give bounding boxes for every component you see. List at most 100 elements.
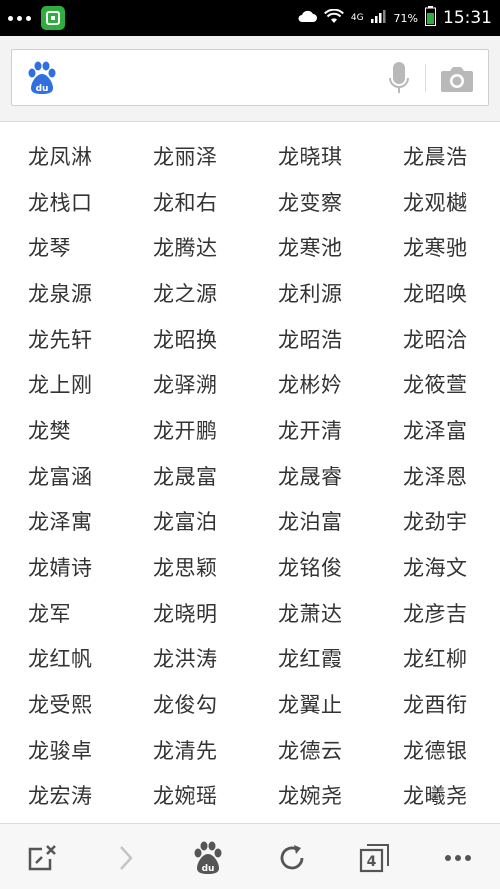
network-type: 4G (350, 13, 364, 23)
name-item[interactable]: 龙筱萱 (375, 369, 500, 399)
name-item[interactable]: 龙昭唤 (375, 278, 500, 308)
name-row: 龙琴 龙腾达 龙寒池 龙寒驰 (0, 224, 500, 270)
name-item[interactable]: 龙琴 (0, 232, 125, 262)
name-item[interactable]: 龙昭洽 (375, 324, 500, 354)
name-item[interactable]: 龙晓明 (125, 598, 250, 628)
menu-button[interactable] (438, 838, 478, 878)
name-item[interactable]: 龙骏卓 (0, 735, 125, 765)
name-item[interactable]: 龙萧达 (250, 598, 375, 628)
search-input[interactable]: du (11, 49, 489, 106)
name-row: 龙富涵 龙晟富 龙晟睿 龙泽恩 (0, 453, 500, 499)
name-item[interactable]: 龙海文 (375, 552, 500, 582)
name-item[interactable]: 龙和右 (125, 187, 250, 217)
names-list: 龙凤淋 龙丽泽 龙晓琪 龙晨浩 龙栈口 龙和右 龙变察 龙观樾 龙琴 龙腾达 龙寒池 龙寒驰 龙泉源 龙之… (0, 133, 500, 819)
name-row: 龙宏涛 龙婉瑶 龙婉尧 龙曦尧 (0, 773, 500, 819)
name-item[interactable]: 龙红柳 (375, 643, 500, 673)
cloud-icon (297, 9, 317, 27)
name-row: 龙先轩 龙昭换 龙昭浩 龙昭洽 (0, 316, 500, 362)
search-header: du (0, 36, 500, 122)
battery-icon (425, 6, 436, 30)
tabs-icon: 4 (359, 844, 389, 873)
name-item[interactable]: 龙婉尧 (250, 780, 375, 810)
name-row: 龙樊 龙开鹏 龙开清 龙泽富 (0, 407, 500, 453)
baidu-paw-icon[interactable]: du (26, 61, 58, 99)
wifi-icon (323, 8, 344, 28)
name-item[interactable]: 龙受熙 (0, 689, 125, 719)
name-item[interactable]: 龙晟睿 (250, 461, 375, 491)
name-item[interactable]: 龙曦尧 (375, 780, 500, 810)
name-item[interactable]: 龙俊勾 (125, 689, 250, 719)
more-dots-icon (8, 15, 31, 21)
name-item[interactable]: 龙富涵 (0, 461, 125, 491)
name-item[interactable]: 龙宏涛 (0, 780, 125, 810)
name-row: 龙上刚 龙驿溯 龙彬妗 龙筱萱 (0, 361, 500, 407)
name-item[interactable]: 龙思颖 (125, 552, 250, 582)
name-item[interactable]: 龙腾达 (125, 232, 250, 262)
name-item[interactable]: 龙泉源 (0, 278, 125, 308)
name-item[interactable]: 龙上刚 (0, 369, 125, 399)
name-item[interactable]: 龙晨浩 (375, 141, 500, 171)
name-row: 龙骏卓 龙清先 龙德云 龙德银 (0, 727, 500, 773)
status-bar: 4G 71% 15:31 (0, 0, 500, 36)
name-item[interactable]: 龙红霞 (250, 643, 375, 673)
name-row: 龙红帆 龙洪涛 龙红霞 龙红柳 (0, 636, 500, 682)
name-item[interactable]: 龙劲宇 (375, 506, 500, 536)
name-item[interactable]: 龙开清 (250, 415, 375, 445)
name-item[interactable]: 龙驿溯 (125, 369, 250, 399)
name-item[interactable]: 龙铭俊 (250, 552, 375, 582)
name-item[interactable]: 龙寒池 (250, 232, 375, 262)
name-row: 龙婧诗 龙思颖 龙铭俊 龙海文 (0, 544, 500, 590)
name-item[interactable]: 龙泊富 (250, 506, 375, 536)
name-item[interactable]: 龙泽寓 (0, 506, 125, 536)
name-item[interactable]: 龙栈口 (0, 187, 125, 217)
name-item[interactable]: 龙彬妗 (250, 369, 375, 399)
name-item[interactable]: 龙富泊 (125, 506, 250, 536)
camera-icon[interactable] (440, 65, 474, 97)
battery-percent: 71% (393, 11, 418, 25)
name-item[interactable]: 龙酉衔 (375, 689, 500, 719)
refresh-button[interactable] (272, 838, 312, 878)
name-item[interactable]: 龙德银 (375, 735, 500, 765)
bottom-toolbar: du 4 (0, 823, 500, 889)
baidu-home-button[interactable]: du (188, 838, 228, 878)
name-item[interactable]: 龙军 (0, 598, 125, 628)
name-item[interactable]: 龙凤淋 (0, 141, 125, 171)
name-item[interactable]: 龙昭换 (125, 324, 250, 354)
name-item[interactable]: 龙婧诗 (0, 552, 125, 582)
name-item[interactable]: 龙泽恩 (375, 461, 500, 491)
name-item[interactable]: 龙洪涛 (125, 643, 250, 673)
name-item[interactable]: 龙樊 (0, 415, 125, 445)
name-item[interactable]: 龙晓琪 (250, 141, 375, 171)
name-item[interactable]: 龙清先 (125, 735, 250, 765)
app-notification-icon (41, 6, 65, 30)
name-item[interactable]: 龙之源 (125, 278, 250, 308)
name-row: 龙栈口 龙和右 龙变察 龙观樾 (0, 179, 500, 225)
name-item[interactable]: 龙晟富 (125, 461, 250, 491)
forward-button[interactable] (106, 838, 146, 878)
name-row: 龙军 龙晓明 龙萧达 龙彦吉 (0, 590, 500, 636)
name-row: 龙受熙 龙俊勾 龙翼止 龙酉衔 (0, 681, 500, 727)
name-item[interactable]: 龙翼止 (250, 689, 375, 719)
name-item[interactable]: 龙先轩 (0, 324, 125, 354)
name-item[interactable]: 龙德云 (250, 735, 375, 765)
chevron-right-icon (120, 846, 133, 870)
name-item[interactable]: 龙婉瑶 (125, 780, 250, 810)
name-item[interactable]: 龙寒驰 (375, 232, 500, 262)
name-row: 龙凤淋 龙丽泽 龙晓琪 龙晨浩 (0, 133, 500, 179)
name-item[interactable]: 龙泽富 (375, 415, 500, 445)
name-item[interactable]: 龙昭浩 (250, 324, 375, 354)
name-item[interactable]: 龙利源 (250, 278, 375, 308)
name-item[interactable]: 龙彦吉 (375, 598, 500, 628)
refresh-icon (280, 845, 304, 870)
name-item[interactable]: 龙开鹏 (125, 415, 250, 445)
name-item[interactable]: 龙红帆 (0, 643, 125, 673)
name-item[interactable]: 龙丽泽 (125, 141, 250, 171)
close-page-button[interactable] (22, 838, 62, 878)
svg-text:du: du (202, 864, 215, 874)
baidu-paw-icon: du (194, 841, 222, 874)
microphone-icon[interactable] (388, 61, 410, 99)
tabs-button[interactable]: 4 (354, 838, 394, 878)
name-item[interactable]: 龙观樾 (375, 187, 500, 217)
status-right: 4G 71% 15:31 (297, 6, 492, 30)
name-item[interactable]: 龙变察 (250, 187, 375, 217)
